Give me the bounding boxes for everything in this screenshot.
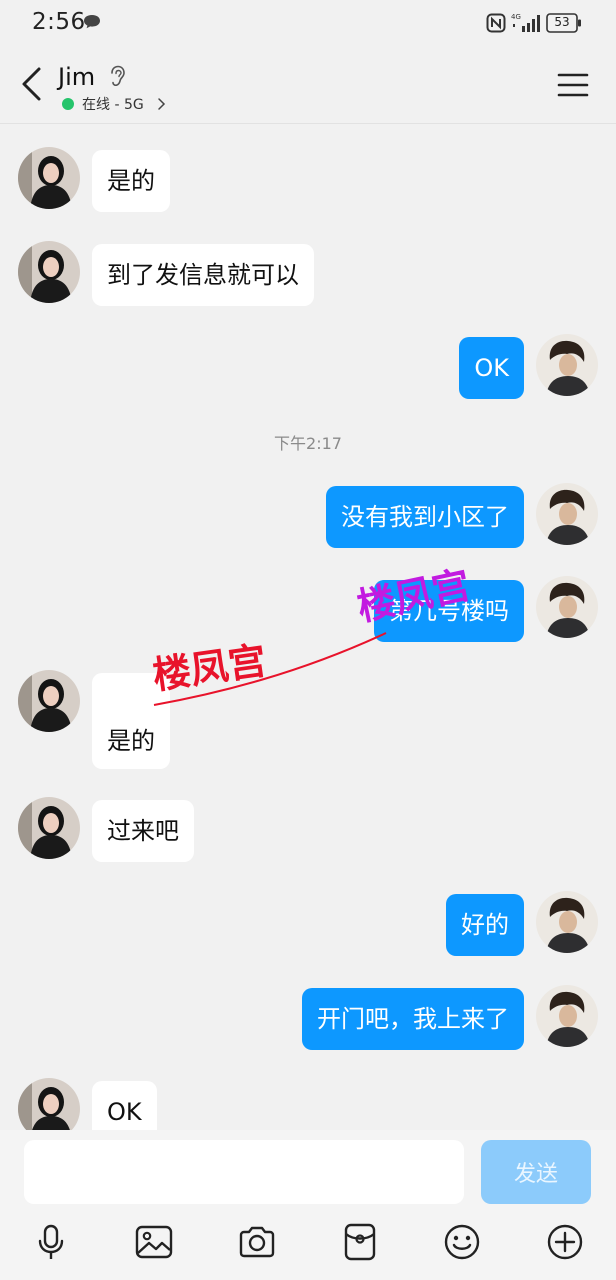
watermark-stroke	[153, 632, 387, 706]
user-avatar[interactable]	[536, 483, 598, 545]
input-bar: 发送	[0, 1130, 616, 1280]
send-button[interactable]: 发送	[481, 1140, 591, 1204]
nfc-icon	[486, 13, 506, 33]
outgoing-message[interactable]: OK	[459, 337, 524, 399]
battery-level: 53	[554, 15, 570, 29]
message-timestamp: 下午2:17	[274, 434, 342, 453]
chevron-right-icon[interactable]	[157, 97, 166, 111]
user-avatar[interactable]	[536, 576, 598, 638]
status-bar: 2:56 4G 53	[0, 0, 616, 48]
contact-avatar[interactable]	[18, 797, 80, 859]
online-status[interactable]: 在线 - 5G	[82, 94, 144, 114]
message-input[interactable]	[24, 1140, 464, 1204]
outgoing-message[interactable]: 好的	[446, 894, 524, 956]
microphone-icon[interactable]	[31, 1222, 71, 1262]
image-icon[interactable]	[134, 1222, 174, 1262]
contact-avatar[interactable]	[18, 147, 80, 209]
back-button[interactable]	[14, 62, 50, 106]
incoming-message[interactable]: 到了发信息就可以	[92, 244, 314, 306]
incoming-message[interactable]: OK	[92, 1081, 157, 1130]
plus-icon[interactable]	[545, 1222, 585, 1262]
incoming-message[interactable]: 过来吧	[92, 800, 194, 862]
camera-icon[interactable]	[237, 1222, 277, 1262]
signal-icon: 4G	[511, 13, 540, 32]
outgoing-message[interactable]: 没有我到小区了	[326, 486, 524, 548]
contact-avatar[interactable]	[18, 1078, 80, 1130]
ear-icon[interactable]	[108, 65, 126, 87]
user-avatar[interactable]	[536, 985, 598, 1047]
contact-name[interactable]: Jim	[58, 63, 95, 91]
menu-button[interactable]	[556, 70, 590, 100]
outgoing-message[interactable]: 开门吧，我上来了	[302, 988, 524, 1050]
contact-avatar[interactable]	[18, 241, 80, 303]
incoming-message[interactable]: 是的	[92, 150, 170, 212]
chat-area[interactable]: 是的 到了发信息就可以 OK 下午2:17 没有我到小区了 第几号楼吗 是的 过…	[0, 125, 616, 1130]
red-packet-icon[interactable]	[340, 1222, 380, 1262]
chat-notification-icon	[84, 15, 100, 29]
user-avatar[interactable]	[536, 334, 598, 396]
emoji-icon[interactable]	[442, 1222, 482, 1262]
user-avatar[interactable]	[536, 891, 598, 953]
chat-header: Jim 在线 - 5G	[0, 48, 616, 124]
outgoing-message[interactable]: 第几号楼吗	[374, 580, 524, 642]
status-time: 2:56	[32, 9, 86, 35]
contact-avatar[interactable]	[18, 670, 80, 732]
online-dot	[62, 98, 74, 110]
network-type: 4G	[511, 13, 521, 21]
